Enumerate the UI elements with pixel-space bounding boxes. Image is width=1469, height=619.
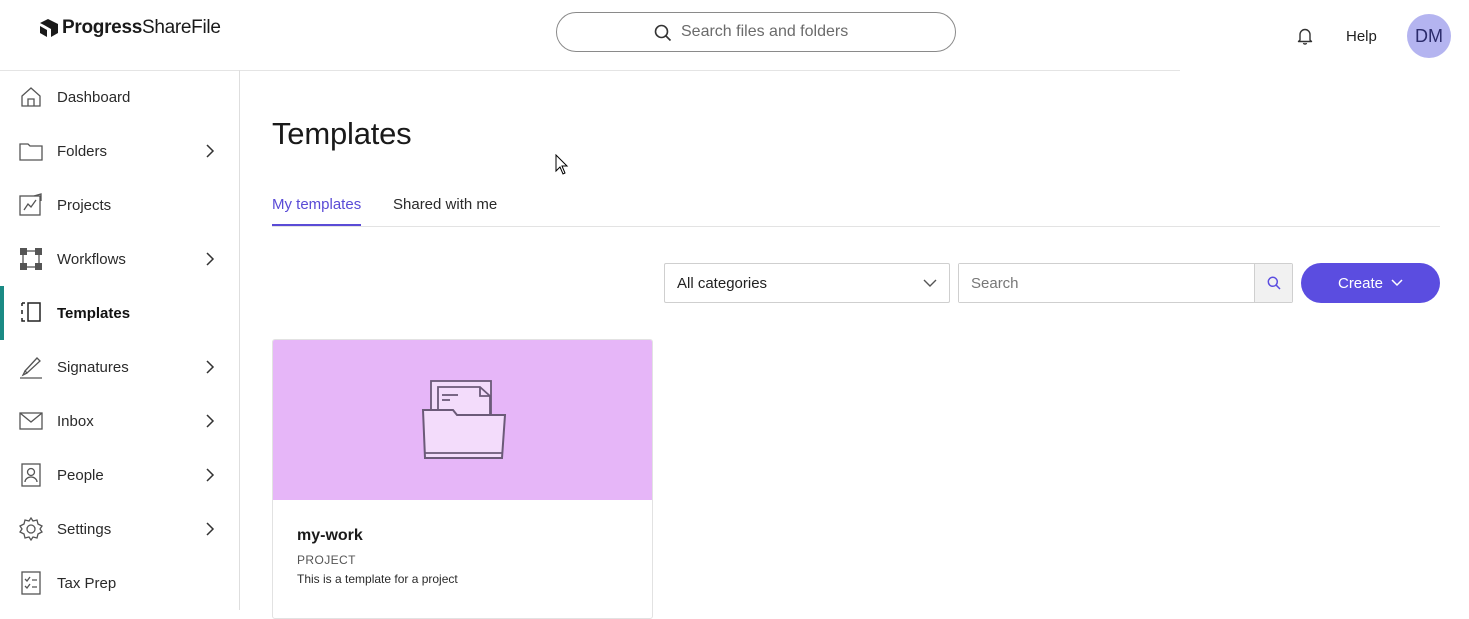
sidebar-item-label: Templates	[57, 304, 131, 322]
template-card-title: my-work	[297, 527, 363, 544]
template-search-input[interactable]	[959, 264, 1255, 302]
chevron-down-icon	[1391, 279, 1403, 287]
global-search-input[interactable]	[681, 23, 941, 41]
logo-product-text: ShareFile	[141, 17, 221, 38]
mouse-cursor-icon	[555, 154, 569, 175]
sidebar-nav: Dashboard Folders Projects Workflows Tem…	[0, 70, 240, 610]
projects-icon	[19, 193, 42, 216]
chevron-right-icon	[206, 360, 215, 374]
mail-icon	[19, 412, 43, 430]
sidebar-item-inbox[interactable]: Inbox	[0, 394, 239, 448]
template-card-banner	[273, 340, 652, 500]
template-search	[958, 263, 1293, 303]
project-folder-icon	[421, 380, 507, 459]
global-search-bar[interactable]	[556, 12, 956, 52]
chevron-right-icon	[206, 468, 215, 482]
category-select[interactable]: All categories	[664, 263, 950, 303]
user-avatar[interactable]: DM	[1407, 14, 1451, 58]
sidebar-item-settings[interactable]: Settings	[0, 502, 239, 556]
notification-bell-icon[interactable]	[1297, 27, 1313, 45]
tab-my-templates[interactable]: My templates	[272, 196, 361, 213]
chevron-right-icon	[206, 414, 215, 428]
template-card[interactable]: my-work PROJECT This is a template for a…	[272, 339, 653, 619]
sidebar-item-label: Folders	[57, 142, 108, 160]
sidebar-item-dashboard[interactable]: Dashboard	[0, 70, 239, 124]
sidebar-item-label: Signatures	[57, 358, 129, 376]
sidebar-item-label: Settings	[57, 520, 112, 538]
logo-brand-text: Progress	[62, 17, 142, 38]
category-select-value: All categories	[677, 274, 768, 292]
sidebar-item-people[interactable]: People	[0, 448, 239, 502]
sidebar-item-projects[interactable]: Projects	[0, 178, 239, 232]
sidebar-item-label: Dashboard	[57, 88, 131, 106]
search-icon	[1267, 276, 1281, 290]
chevron-right-icon	[206, 144, 215, 158]
sidebar-item-tax-prep[interactable]: Tax Prep	[0, 556, 239, 610]
sidebar-item-folders[interactable]: Folders	[0, 124, 239, 178]
template-card-description: This is a template for a project	[297, 572, 458, 586]
workflow-icon	[20, 248, 42, 270]
logo-mark-icon	[40, 19, 58, 37]
create-button-label: Create	[1337, 274, 1384, 292]
template-tabs: My templates Shared with me	[272, 190, 1440, 227]
sidebar-item-label: Projects	[57, 196, 112, 214]
create-button[interactable]: Create	[1301, 263, 1440, 303]
template-card-type: PROJECT	[297, 553, 356, 567]
chevron-right-icon	[206, 522, 215, 536]
home-icon	[21, 87, 41, 107]
template-search-button[interactable]	[1254, 264, 1292, 302]
sidebar-item-signatures[interactable]: Signatures	[0, 340, 239, 394]
page-title: Templates	[272, 116, 412, 151]
active-indicator	[0, 286, 4, 340]
help-link[interactable]: Help	[1346, 28, 1377, 45]
tab-shared-with-me[interactable]: Shared with me	[393, 196, 497, 213]
gear-icon	[19, 517, 43, 541]
sidebar-item-label: Workflows	[57, 250, 126, 268]
sidebar-item-workflows[interactable]: Workflows	[0, 232, 239, 286]
sidebar-item-templates[interactable]: Templates	[0, 286, 239, 340]
sidebar-item-label: People	[57, 466, 104, 484]
sidebar-item-label: Inbox	[57, 412, 94, 430]
folder-icon	[19, 143, 43, 161]
checklist-icon	[21, 571, 41, 595]
people-icon	[21, 463, 41, 487]
search-icon	[654, 24, 672, 42]
chevron-down-icon	[923, 279, 937, 287]
signature-icon	[20, 357, 42, 379]
top-header: ProgressShareFile Help DM	[0, 0, 1469, 70]
templates-icon	[21, 302, 41, 322]
sidebar-item-label: Tax Prep	[57, 574, 117, 592]
active-tab-underline	[272, 224, 361, 226]
chevron-right-icon	[206, 252, 215, 266]
progress-sharefile-logo[interactable]: ProgressShareFile	[38, 17, 221, 39]
